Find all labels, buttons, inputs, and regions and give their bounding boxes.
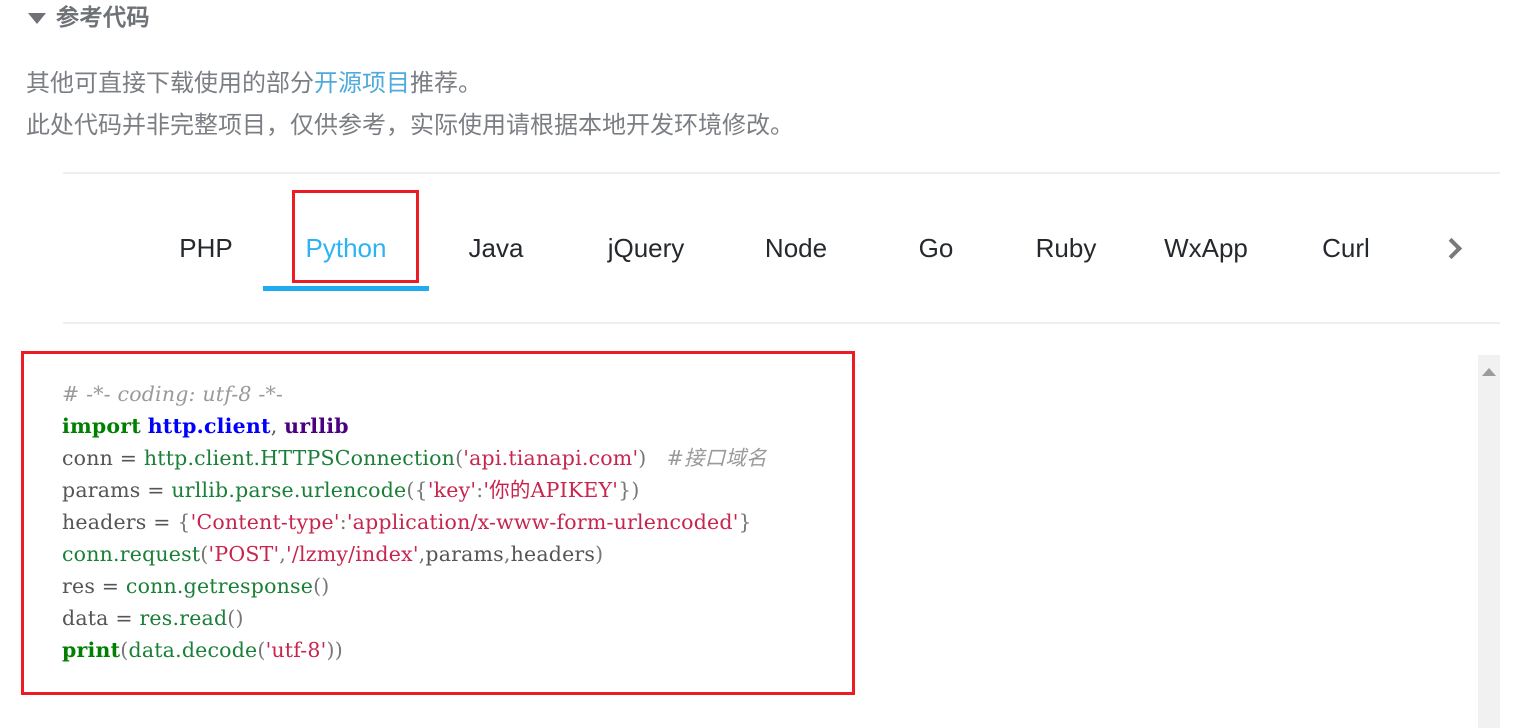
page-title: 参考代码 — [56, 4, 150, 30]
intro-line1-after: 推荐。 — [410, 70, 482, 97]
tab-label: PHP — [179, 232, 233, 263]
tab-curl[interactable]: Curl — [1281, 174, 1411, 322]
tab-jquery[interactable]: jQuery — [571, 174, 721, 322]
code-comment-host: #接口域名 — [666, 446, 767, 470]
triangle-up-icon[interactable] — [1482, 368, 1496, 376]
tab-label: WxApp — [1164, 232, 1248, 263]
code-comment-encoding: # -*- coding: utf-8 -*- — [62, 382, 284, 406]
tab-go[interactable]: Go — [871, 174, 1001, 322]
chevron-right-icon — [1440, 237, 1462, 259]
code-sample-container[interactable]: # -*- coding: utf-8 -*- import http.clie… — [22, 352, 855, 695]
tab-list: PHP Python Java jQuery Node Go Ruby WxAp… — [63, 174, 1500, 322]
intro-line-2: 此处代码并非完整项目，仅供参考，实际使用请根据本地开发环境修改。 — [26, 112, 794, 139]
tab-label: Curl — [1322, 232, 1370, 263]
tab-ruby[interactable]: Ruby — [1001, 174, 1131, 322]
triangle-down-icon[interactable] — [28, 12, 46, 24]
code-sample[interactable]: # -*- coding: utf-8 -*- import http.clie… — [22, 352, 855, 666]
active-tab-indicator — [263, 286, 429, 291]
tab-label: Go — [918, 232, 954, 263]
vertical-scrollbar[interactable] — [1478, 355, 1500, 728]
tab-php[interactable]: PHP — [141, 174, 271, 322]
tab-node[interactable]: Node — [721, 174, 871, 322]
tab-label: Node — [764, 232, 828, 263]
intro-text: 其他可直接下载使用的部分开源项目推荐。 此处代码并非完整项目，仅供参考，实际使用… — [26, 63, 794, 147]
tab-label: jQuery — [607, 232, 685, 263]
tab-label: Python — [305, 232, 387, 263]
intro-line-1: 其他可直接下载使用的部分开源项目推荐。 — [26, 63, 794, 105]
tab-label: Java — [468, 232, 524, 263]
tab-java[interactable]: Java — [421, 174, 571, 322]
open-source-project-link[interactable]: 开源项目 — [314, 70, 410, 97]
language-tabs: PHP Python Java jQuery Node Go Ruby WxAp… — [63, 172, 1500, 324]
tab-python[interactable]: Python — [263, 174, 429, 322]
tab-wxapp[interactable]: WxApp — [1131, 174, 1281, 322]
section-header[interactable]: 参考代码 — [28, 0, 150, 34]
tabs-next-button[interactable] — [1421, 174, 1481, 322]
tab-label: Ruby — [1035, 232, 1097, 263]
intro-line1-before: 其他可直接下载使用的部分 — [26, 70, 314, 97]
